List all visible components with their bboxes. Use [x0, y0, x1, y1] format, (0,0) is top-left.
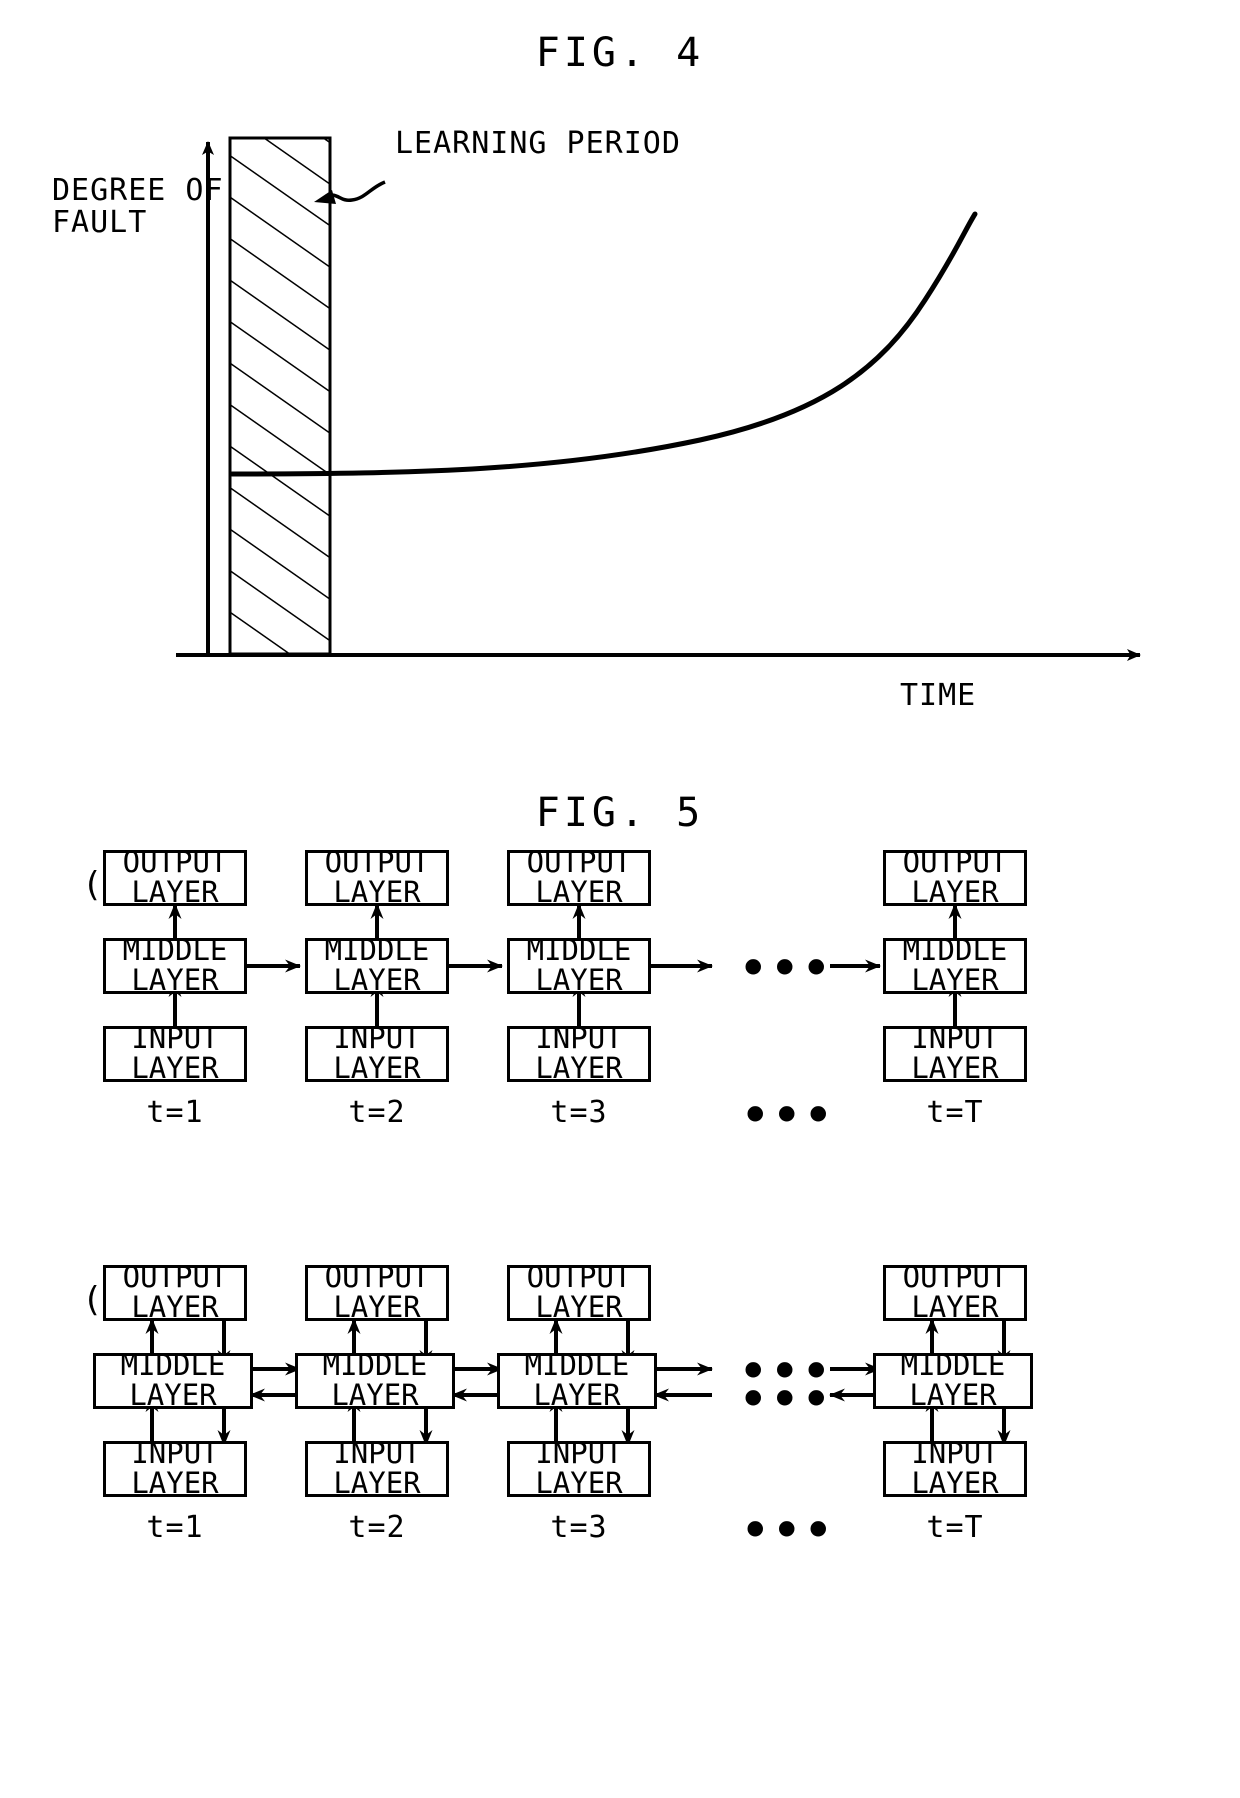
middle-layer-label: MIDDLE LAYER: [524, 1348, 630, 1412]
output-layer-box[interactable]: OUTPUT LAYER: [507, 1260, 651, 1324]
figure-4: DEGREE OF FAULT TIME LEARNING PERIOD: [0, 120, 1240, 711]
output-layer-box[interactable]: OUTPUT LAYER: [305, 1260, 449, 1324]
input-layer-box[interactable]: INPUT LAYER: [305, 1436, 449, 1500]
x-axis-label: TIME: [900, 678, 977, 713]
time-ellipsis: •••: [742, 1505, 837, 1556]
time-label-t1: t=1: [146, 1510, 204, 1545]
input-layer-label: INPUT LAYER: [911, 1021, 999, 1085]
input-layer-box[interactable]: INPUT LAYER: [103, 1021, 247, 1085]
time-label-t2: t=2: [348, 1095, 406, 1130]
sequence-ellipsis-backward: •••: [740, 1374, 835, 1425]
middle-layer-box[interactable]: MIDDLE LAYER: [305, 933, 449, 997]
fault-curve: [229, 211, 978, 477]
learning-period-hatch: [228, 136, 332, 656]
figure-5b-diagram: OUTPUT LAYER MIDDLE LAYER INPUT LAYER OU…: [0, 1263, 1240, 1560]
middle-layer-box[interactable]: MIDDLE LAYER: [883, 933, 1027, 997]
learning-period-annotation: LEARNING PERIOD: [395, 126, 681, 161]
middle-layer-label: MIDDLE LAYER: [900, 1348, 1006, 1412]
output-layer-box[interactable]: OUTPUT LAYER: [507, 845, 651, 909]
input-layer-box[interactable]: INPUT LAYER: [507, 1021, 651, 1085]
middle-layer-label: MIDDLE LAYER: [324, 933, 430, 997]
input-layer-label: INPUT LAYER: [333, 1436, 421, 1500]
output-layer-label: OUTPUT LAYER: [324, 1260, 430, 1324]
time-label-t3: t=3: [550, 1510, 608, 1545]
time-label-t1: t=1: [146, 1095, 204, 1130]
y-axis-label: DEGREE OF FAULT: [52, 173, 224, 240]
output-layer-label: OUTPUT LAYER: [122, 1260, 228, 1324]
input-layer-box[interactable]: INPUT LAYER: [507, 1436, 651, 1500]
output-layer-label: OUTPUT LAYER: [526, 1260, 632, 1324]
input-layer-label: INPUT LAYER: [131, 1021, 219, 1085]
input-layer-box[interactable]: INPUT LAYER: [103, 1436, 247, 1500]
figure-4-title: FIG. 4: [535, 30, 705, 76]
middle-layer-box[interactable]: MIDDLE LAYER: [295, 1348, 455, 1412]
middle-layer-box[interactable]: MIDDLE LAYER: [507, 933, 651, 997]
input-layer-box[interactable]: INPUT LAYER: [883, 1021, 1027, 1085]
middle-layer-label: MIDDLE LAYER: [122, 933, 228, 997]
time-label-t3: t=3: [550, 1095, 608, 1130]
input-layer-label: INPUT LAYER: [131, 1436, 219, 1500]
figure-5-title: FIG. 5: [535, 790, 705, 836]
curved-arrow-icon: [325, 180, 386, 202]
output-layer-label: OUTPUT LAYER: [526, 845, 632, 909]
input-layer-label: INPUT LAYER: [535, 1021, 623, 1085]
time-label-t2: t=2: [348, 1510, 406, 1545]
output-layer-label: OUTPUT LAYER: [902, 1260, 1008, 1324]
middle-layer-box[interactable]: MIDDLE LAYER: [103, 933, 247, 997]
output-layer-box[interactable]: OUTPUT LAYER: [305, 845, 449, 909]
output-layer-label: OUTPUT LAYER: [324, 845, 430, 909]
middle-layer-label: MIDDLE LAYER: [526, 933, 632, 997]
time-label-tT: t=T: [926, 1095, 984, 1130]
middle-layer-box[interactable]: MIDDLE LAYER: [497, 1348, 657, 1412]
middle-layer-label: MIDDLE LAYER: [322, 1348, 428, 1412]
input-layer-label: INPUT LAYER: [333, 1021, 421, 1085]
input-layer-label: INPUT LAYER: [535, 1436, 623, 1500]
input-layer-label: INPUT LAYER: [911, 1436, 999, 1500]
middle-layer-box[interactable]: MIDDLE LAYER: [873, 1348, 1033, 1412]
time-ellipsis: •••: [742, 1090, 837, 1141]
middle-layer-label: MIDDLE LAYER: [120, 1348, 226, 1412]
input-layer-box[interactable]: INPUT LAYER: [883, 1436, 1027, 1500]
output-layer-label: OUTPUT LAYER: [122, 845, 228, 909]
output-layer-box[interactable]: OUTPUT LAYER: [883, 1260, 1027, 1324]
output-layer-box[interactable]: OUTPUT LAYER: [883, 845, 1027, 909]
middle-layer-box[interactable]: MIDDLE LAYER: [93, 1348, 253, 1412]
output-layer-label: OUTPUT LAYER: [902, 845, 1008, 909]
output-layer-box[interactable]: OUTPUT LAYER: [103, 845, 247, 909]
middle-layer-label: MIDDLE LAYER: [902, 933, 1008, 997]
sequence-ellipsis: •••: [740, 943, 835, 994]
figure-5a-diagram: OUTPUT LAYER MIDDLE LAYER INPUT LAYER OU…: [0, 848, 1240, 1145]
output-layer-box[interactable]: OUTPUT LAYER: [103, 1260, 247, 1324]
input-layer-box[interactable]: INPUT LAYER: [305, 1021, 449, 1085]
time-label-tT: t=T: [926, 1510, 984, 1545]
